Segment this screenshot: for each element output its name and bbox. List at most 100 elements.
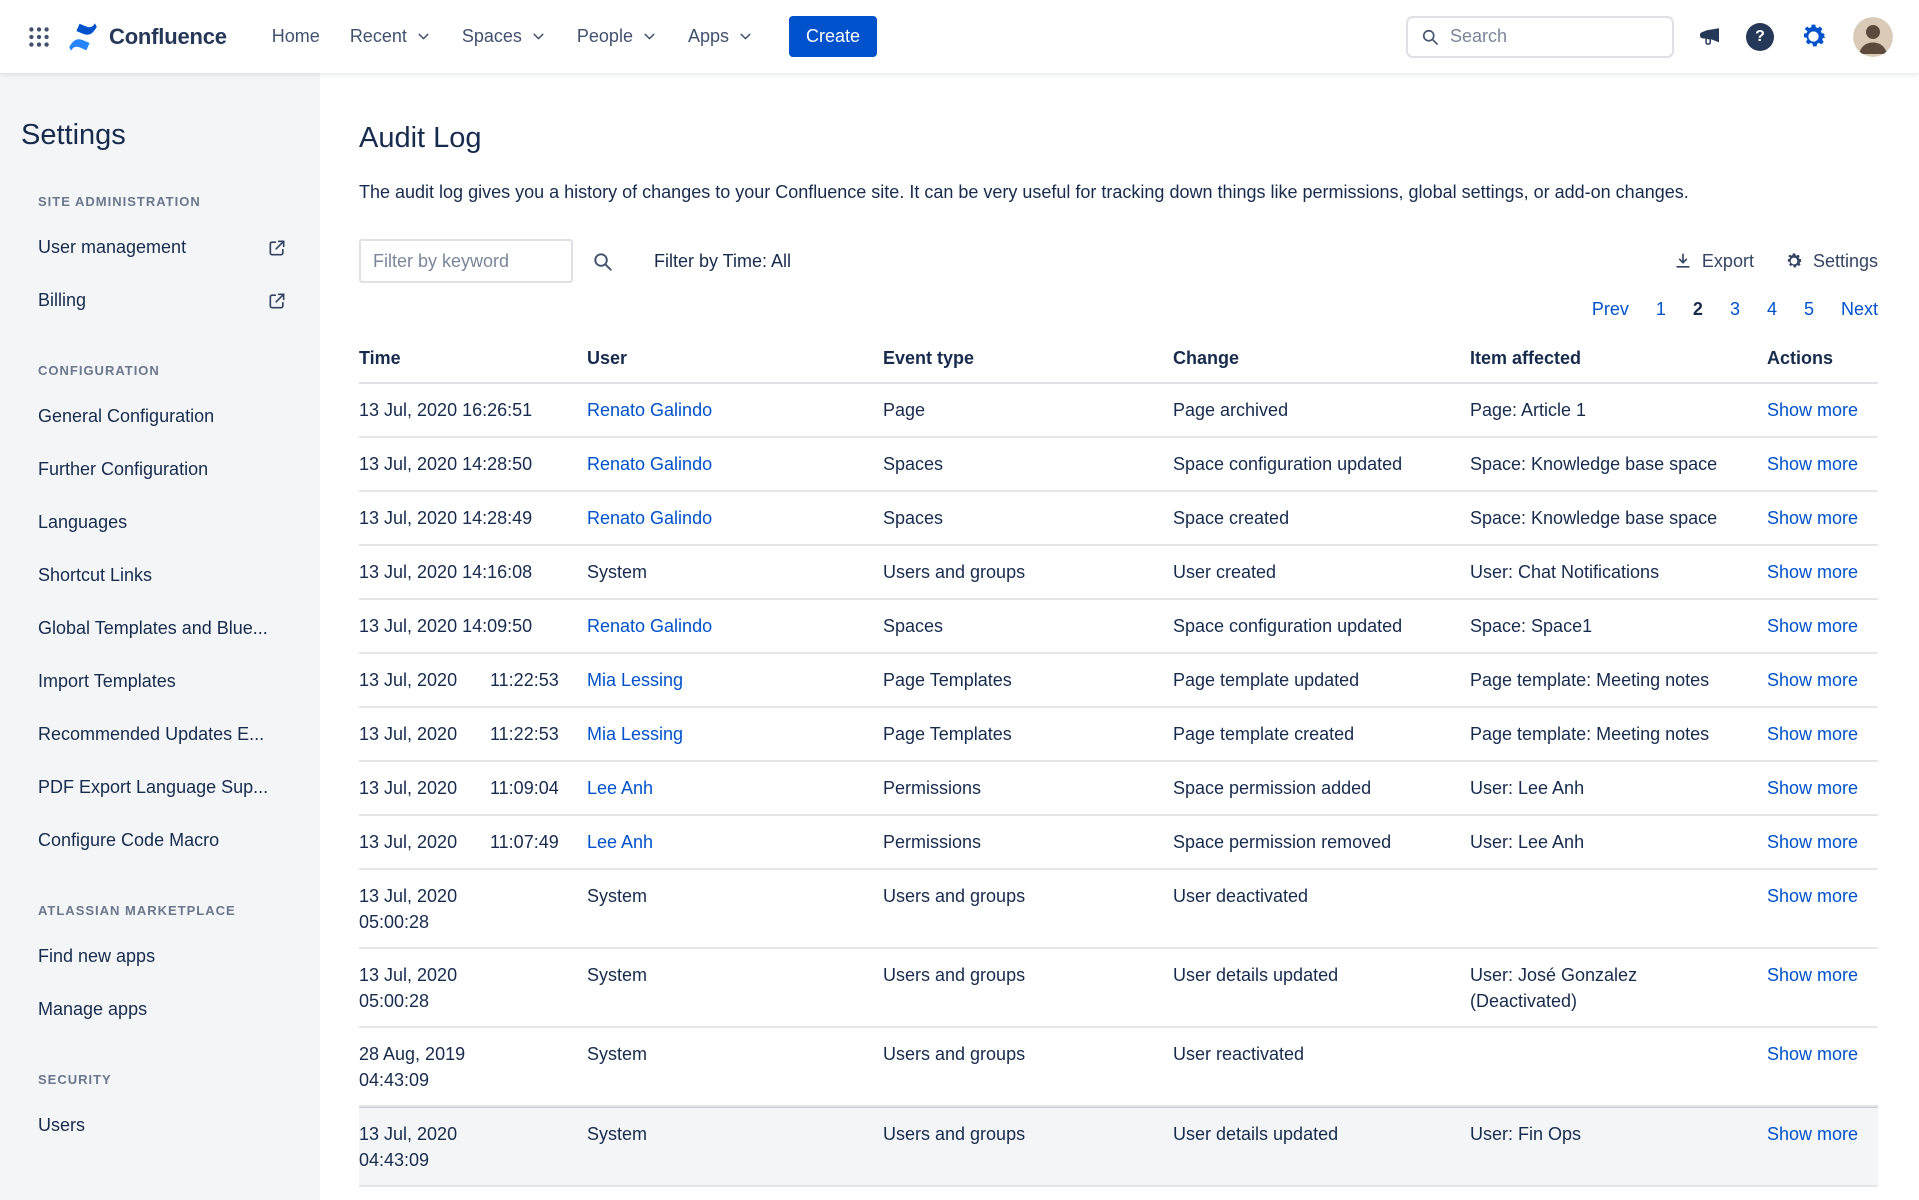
sidebar-item-further-configuration[interactable]: Further Configuration [38,443,287,496]
pagination-page-2-current[interactable]: 2 [1693,299,1703,320]
show-more-link[interactable]: Show more [1767,562,1858,582]
cell-change: Space permission removed [1173,816,1470,867]
sidebar-section-security: SECURITYUsers [21,1072,287,1152]
cell-event-type: Users and groups [883,1028,1173,1079]
settings-gear-icon[interactable] [1798,21,1829,52]
profile-avatar[interactable] [1853,17,1893,57]
sidebar-item-users[interactable]: Users [38,1099,287,1152]
sidebar-item-find-new-apps[interactable]: Find new apps [38,930,287,983]
nav-item-label: Home [272,26,320,47]
cell-event-type: Users and groups [883,1108,1173,1159]
pagination-page-1[interactable]: 1 [1656,299,1666,320]
show-more-link[interactable]: Show more [1767,965,1858,985]
cell-change: Space configuration updated [1173,600,1470,651]
app-switcher-icon[interactable] [18,16,60,58]
pagination-next[interactable]: Next [1841,299,1878,320]
sidebar-item-recommended-updates-e[interactable]: Recommended Updates E... [38,708,287,761]
sidebar-item-label: Find new apps [38,946,155,967]
filter-keyword-input[interactable] [359,239,573,283]
cell-event-type: Users and groups [883,1187,1173,1200]
cell-item-affected [1470,870,1767,895]
cell-item-affected: Space: Space1 [1470,600,1767,651]
table-header-row: TimeUserEvent typeChangeItem affectedAct… [359,342,1878,384]
show-more-link[interactable]: Show more [1767,616,1858,636]
time-filter[interactable]: Filter by Time: All [654,251,791,272]
audit-settings-button[interactable]: Settings [1784,251,1878,272]
nav-item-apps[interactable]: Apps [673,16,769,57]
confluence-logo[interactable]: Confluence [60,20,243,54]
nav-item-people[interactable]: People [562,16,673,57]
chevron-down-icon [641,28,658,45]
sidebar-item-billing[interactable]: Billing [38,274,287,327]
sidebar-item-import-templates[interactable]: Import Templates [38,655,287,708]
sidebar-item-pdf-export-language-sup[interactable]: PDF Export Language Sup... [38,761,287,814]
cell-user: Renato Galindo [587,492,883,543]
user-profile-link[interactable]: Renato Galindo [587,454,712,474]
nav-item-recent[interactable]: Recent [335,16,447,57]
cell-change: Page template updated [1173,654,1470,705]
user-profile-link[interactable]: Renato Galindo [587,616,712,636]
pagination-page-3[interactable]: 3 [1730,299,1740,320]
show-more-link[interactable]: Show more [1767,1044,1858,1064]
table-row: 13 Jul, 2020 14:28:49Renato GalindoSpace… [359,492,1878,546]
sidebar-item-manage-apps[interactable]: Manage apps [38,983,287,1036]
user-profile-link[interactable]: Mia Lessing [587,724,683,744]
pagination-page-4[interactable]: 4 [1767,299,1777,320]
search-icon[interactable] [591,250,614,273]
show-more-link[interactable]: Show more [1767,778,1858,798]
user-profile-link[interactable]: Renato Galindo [587,400,712,420]
sidebar-item-global-templates-and-blue[interactable]: Global Templates and Blue... [38,602,287,655]
table-row: 13 Jul, 2020SystemUsers and groupsUser d… [359,1187,1878,1200]
sidebar-item-shortcut-links[interactable]: Shortcut Links [38,549,287,602]
cell-change: Space created [1173,492,1470,543]
sidebar-section-configuration: CONFIGURATIONGeneral ConfigurationFurthe… [21,363,287,867]
cell-actions: Show more [1767,949,1878,1000]
sidebar-item-label: Languages [38,512,127,533]
cell-event-type: Permissions [883,816,1173,867]
sidebar-item-configure-code-macro[interactable]: Configure Code Macro [38,814,287,867]
sidebar-item-general-configuration[interactable]: General Configuration [38,390,287,443]
show-more-link[interactable]: Show more [1767,1124,1858,1144]
user-profile-link[interactable]: Lee Anh [587,832,653,852]
column-header-user: User [587,342,883,382]
pagination-prev[interactable]: Prev [1592,299,1629,320]
cell-change: Space configuration updated [1173,438,1470,489]
sidebar-item-label: PDF Export Language Sup... [38,777,268,798]
show-more-link[interactable]: Show more [1767,832,1858,852]
cell-user: Renato Galindo [587,438,883,489]
cell-actions: Show more [1767,438,1878,489]
cell-actions: Show more [1767,654,1878,705]
cell-time: 13 Jul, 202011:07:49 [359,816,587,867]
create-button[interactable]: Create [789,16,877,57]
audit-log-table: TimeUserEvent typeChangeItem affectedAct… [359,342,1878,1200]
user-profile-link[interactable]: Lee Anh [587,778,653,798]
show-more-link[interactable]: Show more [1767,886,1858,906]
sidebar-title: Settings [21,119,287,152]
export-button[interactable]: Export [1673,251,1754,272]
show-more-link[interactable]: Show more [1767,508,1858,528]
user-profile-link[interactable]: Renato Galindo [587,508,712,528]
sidebar-item-user-management[interactable]: User management [38,221,287,274]
cell-event-type: Permissions [883,762,1173,813]
user-name: System [587,1044,647,1064]
cell-event-type: Spaces [883,600,1173,651]
search-input[interactable] [1450,26,1660,47]
sidebar-item-languages[interactable]: Languages [38,496,287,549]
show-more-link[interactable]: Show more [1767,454,1858,474]
nav-item-spaces[interactable]: Spaces [447,16,562,57]
cell-actions: Show more [1767,600,1878,651]
show-more-link[interactable]: Show more [1767,400,1858,420]
table-row: 13 Jul, 2020 14:16:08SystemUsers and gro… [359,546,1878,600]
pagination-page-5[interactable]: 5 [1804,299,1814,320]
show-more-link[interactable]: Show more [1767,670,1858,690]
show-more-link[interactable]: Show more [1767,724,1858,744]
nav-item-home[interactable]: Home [257,16,335,57]
help-icon[interactable]: ? [1746,23,1774,51]
cell-time: 13 Jul, 2020 16:26:51 [359,384,587,435]
announcements-megaphone-icon[interactable] [1698,25,1722,49]
cell-time: 13 Jul, 2020 14:16:08 [359,546,587,597]
cell-event-type: Users and groups [883,949,1173,1000]
cell-item-affected [1470,1028,1767,1053]
user-profile-link[interactable]: Mia Lessing [587,670,683,690]
cell-item-affected: Page template: Meeting notes [1470,708,1767,759]
